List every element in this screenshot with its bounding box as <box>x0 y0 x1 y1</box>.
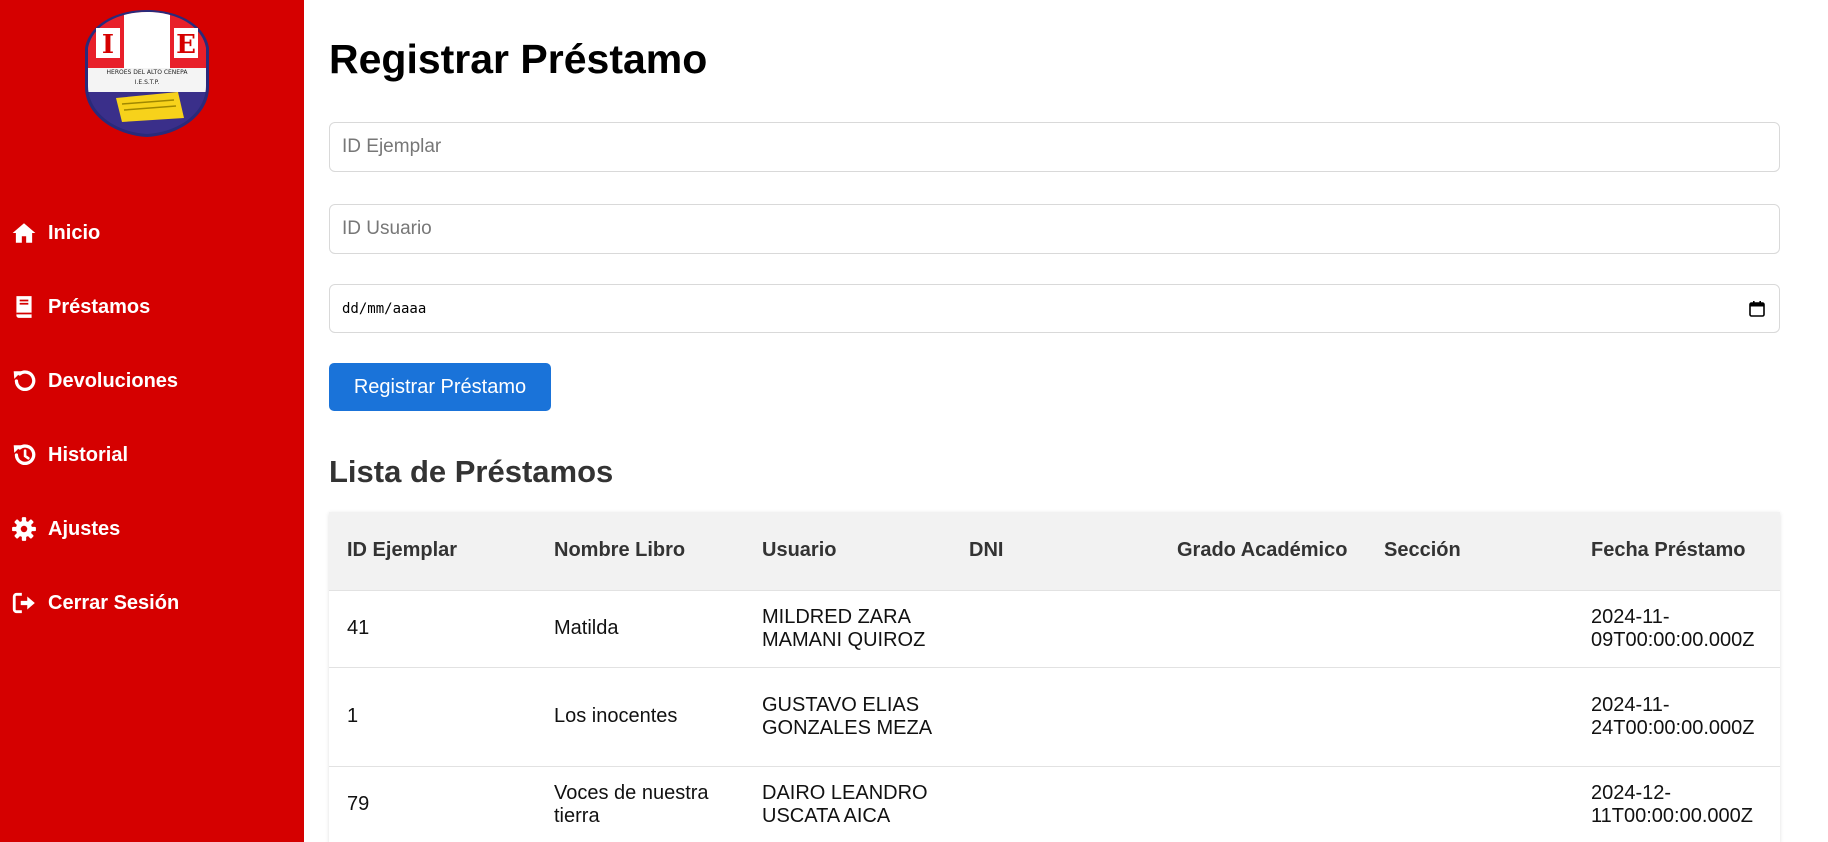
cell-id-ejemplar: 1 <box>329 666 536 766</box>
sidebar-item-ajustes[interactable]: Ajustes <box>0 492 304 566</box>
cell-id-ejemplar: 79 <box>329 765 536 842</box>
sidebar-item-historial[interactable]: Historial <box>0 418 304 492</box>
table-row: 79 Voces de nuestra tierra DAIRO LEANDRO… <box>329 765 1780 842</box>
id-usuario-input[interactable] <box>329 204 1780 254</box>
sidebar-item-prestamos[interactable]: Préstamos <box>0 270 304 344</box>
sidebar-nav: Inicio Préstamos Devoluciones Historial … <box>0 196 304 640</box>
cell-id-ejemplar: 41 <box>329 589 536 667</box>
cell-fecha: 2024-11-24T00:00:00.000Z <box>1573 666 1780 766</box>
column-header: DNI <box>969 539 1004 562</box>
cell-nombre-libro: Matilda <box>536 589 744 667</box>
school-logo: I E HEROES DEL ALTO CENEPA I.E.S.T.P. <box>82 8 212 138</box>
cell-dni <box>951 765 1159 842</box>
sidebar: I E HEROES DEL ALTO CENEPA I.E.S.T.P. In… <box>0 0 304 842</box>
table-header-row: ID Ejemplar Nombre Libro Usuario DNI Gra… <box>329 512 1780 590</box>
column-header: Grado Académico <box>1177 539 1348 562</box>
history-icon <box>10 441 38 469</box>
cell-nombre-libro: Voces de nuestra tierra <box>536 765 744 842</box>
sidebar-item-inicio[interactable]: Inicio <box>0 196 304 270</box>
cell-grado <box>1159 765 1366 842</box>
section-title: Lista de Préstamos <box>329 454 614 489</box>
cell-nombre-libro: Los inocentes <box>536 666 744 766</box>
column-header: Usuario <box>762 539 837 562</box>
cell-seccion <box>1366 666 1573 766</box>
sidebar-item-cerrar-sesion[interactable]: Cerrar Sesión <box>0 566 304 640</box>
column-header: Fecha Préstamo <box>1591 539 1746 562</box>
cell-seccion <box>1366 589 1573 667</box>
sidebar-item-label: Devoluciones <box>48 369 179 392</box>
cell-usuario: MILDRED ZARA MAMANI QUIROZ <box>744 589 951 667</box>
book-icon <box>10 293 38 321</box>
calendar-icon[interactable] <box>1747 299 1767 319</box>
svg-text:E: E <box>176 30 196 60</box>
sidebar-item-label: Cerrar Sesión <box>48 591 180 614</box>
column-header: Sección <box>1384 539 1461 562</box>
id-ejemplar-input[interactable] <box>329 122 1780 172</box>
svg-text:I: I <box>102 30 114 60</box>
fecha-prestamo-input[interactable]: dd/mm/aaaa <box>329 284 1780 333</box>
svg-text:I.E.S.T.P.: I.E.S.T.P. <box>135 79 160 86</box>
sidebar-item-label: Historial <box>48 443 129 466</box>
cell-fecha: 2024-12-11T00:00:00.000Z <box>1573 765 1780 842</box>
sidebar-item-label: Inicio <box>48 221 101 244</box>
cell-grado <box>1159 589 1366 667</box>
svg-text:HEROES DEL ALTO CENEPA: HEROES DEL ALTO CENEPA <box>107 69 189 76</box>
logout-icon <box>10 589 38 617</box>
registrar-prestamo-button[interactable]: Registrar Préstamo <box>329 363 551 411</box>
table-row: 41 Matilda MILDRED ZARA MAMANI QUIROZ 20… <box>329 589 1780 667</box>
table-row: 1 Los inocentes GUSTAVO ELIAS GONZALES M… <box>329 666 1780 766</box>
date-placeholder: dd/mm/aaaa <box>342 300 427 317</box>
cell-seccion <box>1366 765 1573 842</box>
gear-icon <box>10 515 38 543</box>
cell-grado <box>1159 666 1366 766</box>
prestamos-table: ID Ejemplar Nombre Libro Usuario DNI Gra… <box>329 512 1780 842</box>
sidebar-item-label: Ajustes <box>48 517 121 540</box>
cell-usuario: GUSTAVO ELIAS GONZALES MEZA <box>744 666 951 766</box>
cell-dni <box>951 589 1159 667</box>
cell-usuario: DAIRO LEANDRO USCATA AICA <box>744 765 951 842</box>
column-header: ID Ejemplar <box>347 539 458 562</box>
column-header: Nombre Libro <box>554 539 686 562</box>
home-icon <box>10 219 38 247</box>
cell-dni <box>951 666 1159 766</box>
sidebar-item-label: Préstamos <box>48 295 151 318</box>
cell-fecha: 2024-11-09T00:00:00.000Z <box>1573 589 1780 667</box>
main-content: Registrar Préstamo dd/mm/aaaa Registrar … <box>329 0 1780 842</box>
undo-icon <box>10 367 38 395</box>
page-title: Registrar Préstamo <box>329 36 708 82</box>
sidebar-item-devoluciones[interactable]: Devoluciones <box>0 344 304 418</box>
